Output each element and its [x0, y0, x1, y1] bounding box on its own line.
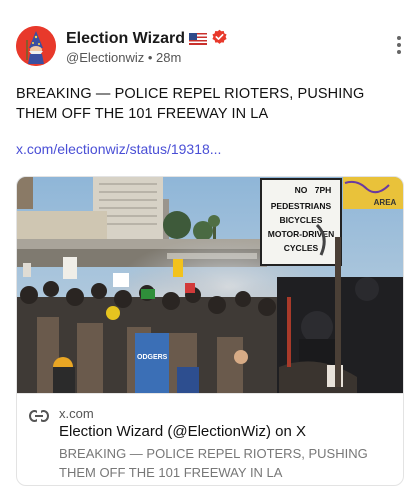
post-meta: @Electionwiz • 28m	[66, 50, 181, 65]
link-icon	[29, 410, 49, 422]
post-time[interactable]: 28m	[156, 50, 181, 65]
card-info[interactable]: x.com Election Wizard (@ElectionWiz) on …	[17, 393, 403, 485]
sign-line-1: NO	[295, 185, 308, 195]
road-sign: NO 7PH PEDESTRIANS BICYCLES MOTOR-DRIVEN…	[260, 178, 342, 266]
sign-line-2: PEDESTRIANS	[271, 201, 332, 211]
card-title[interactable]: Election Wizard (@ElectionWiz) on X	[59, 423, 306, 440]
meta-separator: •	[147, 50, 153, 65]
jersey-text: ODGERS	[137, 354, 168, 361]
author-handle[interactable]: @Electionwiz	[66, 50, 144, 65]
banner-text: AREA	[374, 198, 397, 207]
author-name-text: Election Wizard	[66, 30, 185, 47]
post-header: Election Wizard @Electionwiz • 28m	[16, 26, 402, 70]
verified-badge-icon	[212, 29, 227, 44]
sign-line-3: BICYCLES	[280, 215, 323, 225]
wizard-avatar[interactable]	[16, 26, 56, 66]
preview-image[interactable]: ODGERS NO 7PH PEDESTRIANS BICYCLES MOTOR…	[17, 177, 403, 393]
post-link[interactable]: x.com/electionwiz/status/19318...	[16, 141, 221, 157]
sign-line-1b: 7PH	[315, 185, 332, 195]
post-text: BREAKING — POLICE REPEL RIOTERS, PUSHING…	[16, 86, 365, 122]
link-preview-card[interactable]: ODGERS NO 7PH PEDESTRIANS BICYCLES MOTOR…	[16, 176, 404, 486]
card-domain: x.com	[59, 406, 94, 421]
author-name[interactable]: Election Wizard	[66, 29, 228, 48]
sign-line-5: CYCLES	[284, 243, 319, 253]
us-flag-icon	[188, 33, 207, 45]
card-description: BREAKING — POLICE REPEL RIOTERS, PUSHING…	[59, 446, 368, 480]
more-vertical-icon[interactable]	[396, 36, 402, 56]
